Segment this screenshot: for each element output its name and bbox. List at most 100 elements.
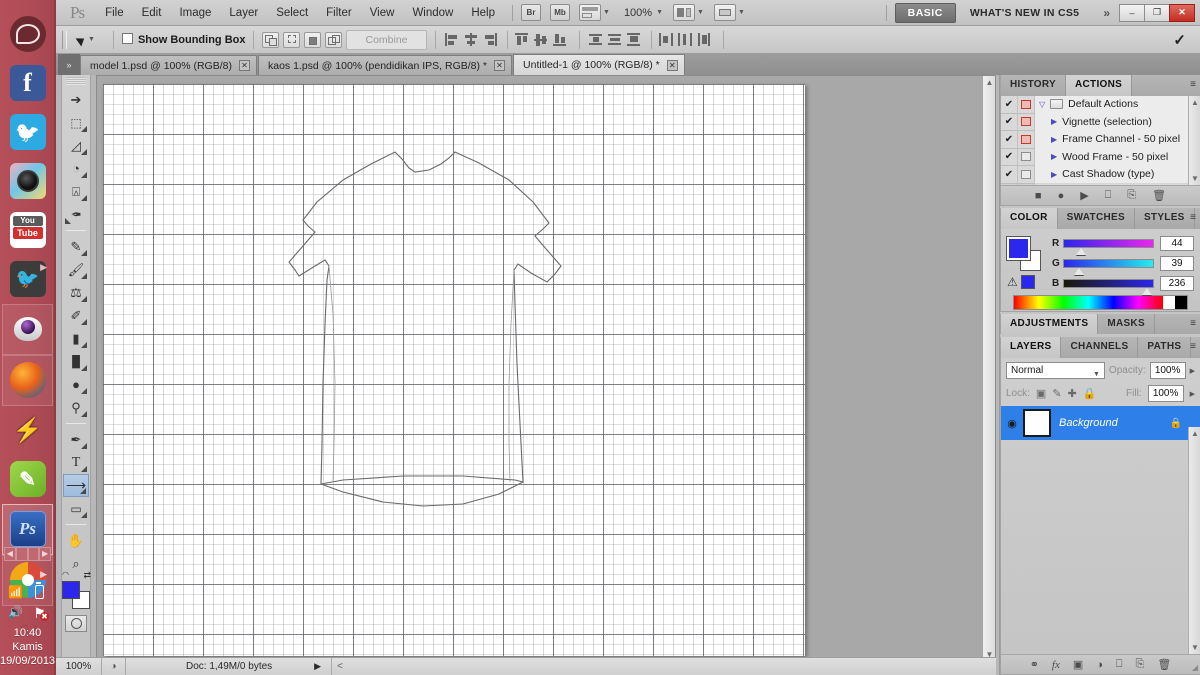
clone-stamp-tool[interactable]: ⚖ <box>63 281 89 304</box>
tab-layers[interactable]: LAYERS <box>1001 337 1062 358</box>
menu-edit[interactable]: Edit <box>133 3 171 23</box>
layer-row-background[interactable]: ◉ Background 🔒 <box>1001 406 1200 440</box>
status-options-triangle-icon[interactable]: ▶ <box>314 661 321 672</box>
lasso-tool[interactable]: ◿ <box>63 134 89 157</box>
dock-slot-youtube[interactable]: You Tube <box>2 206 53 255</box>
in-gamut-color-swatch[interactable] <box>1020 275 1035 289</box>
chevron-right-icon[interactable]: ▶ <box>1051 152 1057 161</box>
firefox-icon[interactable] <box>9 362 46 398</box>
color-panel-menu-icon[interactable]: ≡ <box>1190 212 1196 223</box>
stop-icon[interactable]: ■ <box>1035 190 1042 202</box>
layer-style-icon[interactable]: fx <box>1052 659 1060 671</box>
canvas-viewport[interactable] <box>97 76 982 661</box>
actions-list[interactable]: ✔ ▽ Default Actions ✔ ▶ Vignette (select… <box>1001 96 1188 185</box>
actions-row-cast-shadow[interactable]: ✔ ▶ Cast Shadow (type) <box>1001 165 1188 184</box>
green-app-icon[interactable] <box>9 461 46 497</box>
document-tab-model1[interactable]: model 1.psd @ 100% (RGB/8) ✕ <box>80 55 257 75</box>
canvas-vertical-scrollbar[interactable]: ▲ ▼ <box>982 76 995 661</box>
menu-filter[interactable]: Filter <box>317 3 361 23</box>
photoshop-icon[interactable]: Ps <box>9 511 46 547</box>
actions-panel-scrollbar[interactable]: ▲ ▼ <box>1188 96 1200 185</box>
distribute-vertical-centers-icon[interactable] <box>607 32 623 47</box>
screen-mode-chevron-down-icon[interactable]: ▼ <box>697 9 704 16</box>
actions-row-default-checkbox[interactable]: ✔ <box>1001 96 1018 113</box>
zoom-chevron-down-icon[interactable]: ▼ <box>656 9 663 16</box>
menu-file[interactable]: File <box>96 3 133 23</box>
color-slider-g-value[interactable]: 39 <box>1160 255 1194 271</box>
tray-nav-prev[interactable]: ◀ <box>4 547 16 561</box>
distribute-right-edges-icon[interactable] <box>696 32 712 47</box>
color-slider-g[interactable]: G 39 <box>1052 255 1194 275</box>
path-selection-tool[interactable]: ⟶ <box>63 474 89 497</box>
tab-paths[interactable]: PATHS <box>1138 337 1192 358</box>
delete-layer-icon[interactable]: 🗑 <box>1157 658 1171 671</box>
brush-tool[interactable]: 🖌 <box>63 258 89 281</box>
actions-panel-menu-icon[interactable]: ≡ <box>1190 79 1196 90</box>
twitter-icon[interactable] <box>9 114 46 150</box>
battery-icon[interactable] <box>32 585 47 600</box>
layer-mask-icon[interactable]: ▣ <box>1073 658 1083 671</box>
actions-row-vignette[interactable]: ✔ ▶ Vignette (selection) <box>1001 113 1188 131</box>
align-horizontal-centers-icon[interactable] <box>463 32 479 47</box>
menu-window[interactable]: Window <box>403 3 462 23</box>
lock-position-icon[interactable]: ✚ <box>1068 387 1077 400</box>
document-tab-kaos1[interactable]: kaos 1.psd @ 100% (pendidikan IPS, RGB/8… <box>257 55 513 75</box>
zoom-level-value[interactable]: 100% <box>624 7 652 19</box>
actions-scroll-down-icon[interactable]: ▼ <box>1189 172 1200 185</box>
workspace-basic-button[interactable]: BASIC <box>894 2 956 23</box>
view-extras-icon[interactable] <box>579 4 601 21</box>
show-bounding-box-checkbox[interactable] <box>121 33 133 44</box>
speaker-icon[interactable] <box>8 605 23 620</box>
delete-icon[interactable]: 🗑 <box>1152 189 1166 202</box>
bridge-button[interactable]: Br <box>521 4 541 21</box>
panel-resize-grip[interactable]: ◢ <box>1192 663 1198 672</box>
toolbox-grip[interactable] <box>66 77 86 85</box>
tray-nav-mid2[interactable] <box>27 547 40 561</box>
actions-row-vignette-modal-toggle[interactable] <box>1018 113 1035 131</box>
color-slider-b[interactable]: B 236 <box>1052 275 1194 295</box>
dodge-tool[interactable]: ⚲ <box>63 396 89 419</box>
layer-visibility-icon[interactable]: ◉ <box>1001 417 1023 430</box>
color-slider-r[interactable]: R 44 <box>1052 235 1194 255</box>
lock-all-icon[interactable]: 🔒 <box>1083 387 1097 400</box>
chevron-down-icon[interactable]: ▼ <box>1093 367 1100 383</box>
layer-name[interactable]: Background <box>1059 417 1118 429</box>
tab-styles[interactable]: STYLES <box>1135 208 1195 229</box>
close-button[interactable]: ✕ <box>1169 3 1195 22</box>
align-left-edges-icon[interactable] <box>444 32 460 47</box>
tray-nav-buttons[interactable]: ◀ ▶ <box>4 547 51 561</box>
out-of-gamut-warning[interactable]: ⚠ <box>1007 275 1035 289</box>
path-subtract-icon[interactable] <box>283 31 301 48</box>
dock-expand-arrow-icon[interactable]: ▶ <box>40 262 47 273</box>
layers-panel-menu-icon[interactable]: ≡ <box>1190 341 1196 352</box>
foreground-color-swatch[interactable] <box>62 581 80 599</box>
path-exclude-icon[interactable] <box>325 31 343 48</box>
distribute-bottom-edges-icon[interactable] <box>626 32 642 47</box>
opacity-stepper-icon[interactable]: ▶ <box>1190 367 1195 375</box>
menu-select[interactable]: Select <box>267 3 317 23</box>
lock-image-icon[interactable]: ✎ <box>1052 387 1061 400</box>
distribute-horizontal-centers-icon[interactable] <box>677 32 693 47</box>
chevron-right-icon[interactable]: ▶ <box>1051 117 1057 126</box>
chevron-down-icon[interactable]: ▽ <box>1039 100 1045 109</box>
dock-slot-webcam[interactable] <box>2 304 53 355</box>
actions-row-frame-channel-checkbox[interactable]: ✔ <box>1001 130 1018 148</box>
network-error-icon[interactable] <box>32 605 49 621</box>
actions-row-wood-frame-body[interactable]: ▶ Wood Frame - 50 pixel <box>1035 148 1188 166</box>
tab-history[interactable]: HISTORY <box>1001 75 1066 96</box>
layers-scroll-up-icon[interactable]: ▲ <box>1189 427 1200 440</box>
canvas[interactable] <box>103 84 805 656</box>
menu-layer[interactable]: Layer <box>220 3 267 23</box>
spectrum-black[interactable] <box>1175 296 1187 309</box>
marquee-tool[interactable]: ⬚ <box>63 111 89 134</box>
actions-scroll-up-icon[interactable]: ▲ <box>1189 96 1200 109</box>
menu-view[interactable]: View <box>361 3 404 23</box>
fill-stepper-icon[interactable]: ▶ <box>1190 390 1195 398</box>
hand-tool[interactable]: ✋ <box>63 529 89 552</box>
menu-image[interactable]: Image <box>170 3 220 23</box>
actions-row-cast-shadow-modal-toggle[interactable] <box>1018 165 1035 183</box>
new-group-icon[interactable]: ⎕ <box>1116 658 1123 671</box>
dock-slot-facebook[interactable]: f <box>2 59 53 108</box>
youtube-icon[interactable]: You Tube <box>9 212 46 248</box>
tray-nav-mid1[interactable] <box>15 547 28 561</box>
